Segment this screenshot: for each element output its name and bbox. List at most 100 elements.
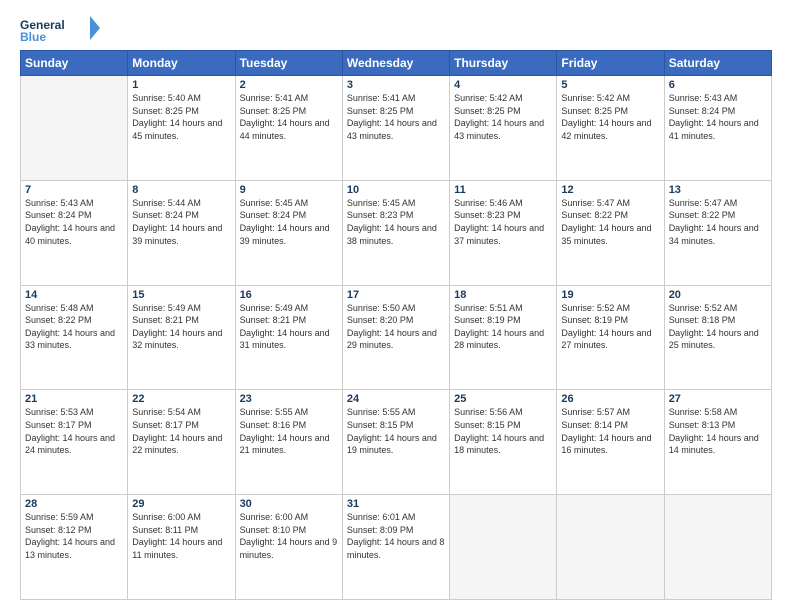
- cell-info: Sunrise: 5:51 AMSunset: 8:19 PMDaylight:…: [454, 302, 552, 352]
- day-number: 16: [240, 289, 338, 301]
- cell-info: Sunrise: 5:45 AMSunset: 8:23 PMDaylight:…: [347, 197, 445, 247]
- day-number: 18: [454, 289, 552, 301]
- calendar-cell: 23Sunrise: 5:55 AMSunset: 8:16 PMDayligh…: [235, 390, 342, 495]
- day-number: 3: [347, 79, 445, 91]
- day-number: 27: [669, 393, 767, 405]
- calendar-header-sunday: Sunday: [21, 51, 128, 76]
- calendar-cell: [664, 495, 771, 600]
- cell-info: Sunrise: 6:01 AMSunset: 8:09 PMDaylight:…: [347, 511, 445, 561]
- svg-text:Blue: Blue: [20, 30, 46, 42]
- cell-info: Sunrise: 5:50 AMSunset: 8:20 PMDaylight:…: [347, 302, 445, 352]
- day-number: 20: [669, 289, 767, 301]
- calendar-cell: 10Sunrise: 5:45 AMSunset: 8:23 PMDayligh…: [342, 180, 449, 285]
- day-number: 30: [240, 498, 338, 510]
- cell-info: Sunrise: 5:52 AMSunset: 8:18 PMDaylight:…: [669, 302, 767, 352]
- day-number: 25: [454, 393, 552, 405]
- logo-icon: General Blue: [20, 16, 104, 42]
- calendar-cell: 4Sunrise: 5:42 AMSunset: 8:25 PMDaylight…: [450, 76, 557, 181]
- cell-info: Sunrise: 5:56 AMSunset: 8:15 PMDaylight:…: [454, 406, 552, 456]
- cell-info: Sunrise: 5:52 AMSunset: 8:19 PMDaylight:…: [561, 302, 659, 352]
- calendar-week-3: 21Sunrise: 5:53 AMSunset: 8:17 PMDayligh…: [21, 390, 772, 495]
- cell-info: Sunrise: 5:41 AMSunset: 8:25 PMDaylight:…: [347, 92, 445, 142]
- calendar-cell: 7Sunrise: 5:43 AMSunset: 8:24 PMDaylight…: [21, 180, 128, 285]
- day-number: 7: [25, 184, 123, 196]
- calendar-header-monday: Monday: [128, 51, 235, 76]
- cell-info: Sunrise: 5:58 AMSunset: 8:13 PMDaylight:…: [669, 406, 767, 456]
- calendar-cell: 18Sunrise: 5:51 AMSunset: 8:19 PMDayligh…: [450, 285, 557, 390]
- calendar-week-4: 28Sunrise: 5:59 AMSunset: 8:12 PMDayligh…: [21, 495, 772, 600]
- day-number: 21: [25, 393, 123, 405]
- calendar-cell: 26Sunrise: 5:57 AMSunset: 8:14 PMDayligh…: [557, 390, 664, 495]
- day-number: 6: [669, 79, 767, 91]
- cell-info: Sunrise: 5:43 AMSunset: 8:24 PMDaylight:…: [669, 92, 767, 142]
- cell-info: Sunrise: 5:48 AMSunset: 8:22 PMDaylight:…: [25, 302, 123, 352]
- cell-info: Sunrise: 5:41 AMSunset: 8:25 PMDaylight:…: [240, 92, 338, 142]
- calendar-cell: 31Sunrise: 6:01 AMSunset: 8:09 PMDayligh…: [342, 495, 449, 600]
- calendar-page: General Blue SundayMondayTuesdayWednesda…: [0, 0, 792, 612]
- calendar-header-row: SundayMondayTuesdayWednesdayThursdayFrid…: [21, 51, 772, 76]
- day-number: 9: [240, 184, 338, 196]
- day-number: 5: [561, 79, 659, 91]
- day-number: 10: [347, 184, 445, 196]
- day-number: 4: [454, 79, 552, 91]
- cell-info: Sunrise: 5:54 AMSunset: 8:17 PMDaylight:…: [132, 406, 230, 456]
- day-number: 22: [132, 393, 230, 405]
- cell-info: Sunrise: 5:47 AMSunset: 8:22 PMDaylight:…: [669, 197, 767, 247]
- calendar-cell: 14Sunrise: 5:48 AMSunset: 8:22 PMDayligh…: [21, 285, 128, 390]
- day-number: 17: [347, 289, 445, 301]
- calendar-cell: 25Sunrise: 5:56 AMSunset: 8:15 PMDayligh…: [450, 390, 557, 495]
- day-number: 29: [132, 498, 230, 510]
- day-number: 28: [25, 498, 123, 510]
- cell-info: Sunrise: 5:40 AMSunset: 8:25 PMDaylight:…: [132, 92, 230, 142]
- header: General Blue: [20, 16, 772, 42]
- day-number: 14: [25, 289, 123, 301]
- day-number: 11: [454, 184, 552, 196]
- calendar-table: SundayMondayTuesdayWednesdayThursdayFrid…: [20, 50, 772, 600]
- calendar-cell: 15Sunrise: 5:49 AMSunset: 8:21 PMDayligh…: [128, 285, 235, 390]
- calendar-cell: 28Sunrise: 5:59 AMSunset: 8:12 PMDayligh…: [21, 495, 128, 600]
- cell-info: Sunrise: 5:44 AMSunset: 8:24 PMDaylight:…: [132, 197, 230, 247]
- cell-info: Sunrise: 5:43 AMSunset: 8:24 PMDaylight:…: [25, 197, 123, 247]
- calendar-cell: 6Sunrise: 5:43 AMSunset: 8:24 PMDaylight…: [664, 76, 771, 181]
- calendar-cell: 8Sunrise: 5:44 AMSunset: 8:24 PMDaylight…: [128, 180, 235, 285]
- cell-info: Sunrise: 5:46 AMSunset: 8:23 PMDaylight:…: [454, 197, 552, 247]
- cell-info: Sunrise: 5:57 AMSunset: 8:14 PMDaylight:…: [561, 406, 659, 456]
- day-number: 13: [669, 184, 767, 196]
- calendar-header-thursday: Thursday: [450, 51, 557, 76]
- calendar-header-wednesday: Wednesday: [342, 51, 449, 76]
- calendar-header-saturday: Saturday: [664, 51, 771, 76]
- calendar-week-0: 1Sunrise: 5:40 AMSunset: 8:25 PMDaylight…: [21, 76, 772, 181]
- day-number: 26: [561, 393, 659, 405]
- day-number: 2: [240, 79, 338, 91]
- calendar-cell: 17Sunrise: 5:50 AMSunset: 8:20 PMDayligh…: [342, 285, 449, 390]
- calendar-header-friday: Friday: [557, 51, 664, 76]
- cell-info: Sunrise: 5:42 AMSunset: 8:25 PMDaylight:…: [561, 92, 659, 142]
- calendar-body: 1Sunrise: 5:40 AMSunset: 8:25 PMDaylight…: [21, 76, 772, 600]
- day-number: 24: [347, 393, 445, 405]
- calendar-cell: 5Sunrise: 5:42 AMSunset: 8:25 PMDaylight…: [557, 76, 664, 181]
- cell-info: Sunrise: 6:00 AMSunset: 8:11 PMDaylight:…: [132, 511, 230, 561]
- cell-info: Sunrise: 5:45 AMSunset: 8:24 PMDaylight:…: [240, 197, 338, 247]
- calendar-header-tuesday: Tuesday: [235, 51, 342, 76]
- calendar-cell: 1Sunrise: 5:40 AMSunset: 8:25 PMDaylight…: [128, 76, 235, 181]
- calendar-week-1: 7Sunrise: 5:43 AMSunset: 8:24 PMDaylight…: [21, 180, 772, 285]
- calendar-cell: [557, 495, 664, 600]
- day-number: 12: [561, 184, 659, 196]
- calendar-cell: 22Sunrise: 5:54 AMSunset: 8:17 PMDayligh…: [128, 390, 235, 495]
- cell-info: Sunrise: 5:49 AMSunset: 8:21 PMDaylight:…: [132, 302, 230, 352]
- cell-info: Sunrise: 5:53 AMSunset: 8:17 PMDaylight:…: [25, 406, 123, 456]
- calendar-cell: 2Sunrise: 5:41 AMSunset: 8:25 PMDaylight…: [235, 76, 342, 181]
- calendar-cell: 9Sunrise: 5:45 AMSunset: 8:24 PMDaylight…: [235, 180, 342, 285]
- cell-info: Sunrise: 5:59 AMSunset: 8:12 PMDaylight:…: [25, 511, 123, 561]
- calendar-cell: 27Sunrise: 5:58 AMSunset: 8:13 PMDayligh…: [664, 390, 771, 495]
- calendar-cell: 13Sunrise: 5:47 AMSunset: 8:22 PMDayligh…: [664, 180, 771, 285]
- day-number: 15: [132, 289, 230, 301]
- calendar-cell: 24Sunrise: 5:55 AMSunset: 8:15 PMDayligh…: [342, 390, 449, 495]
- calendar-cell: 19Sunrise: 5:52 AMSunset: 8:19 PMDayligh…: [557, 285, 664, 390]
- calendar-cell: 20Sunrise: 5:52 AMSunset: 8:18 PMDayligh…: [664, 285, 771, 390]
- day-number: 8: [132, 184, 230, 196]
- calendar-cell: 29Sunrise: 6:00 AMSunset: 8:11 PMDayligh…: [128, 495, 235, 600]
- calendar-cell: [450, 495, 557, 600]
- cell-info: Sunrise: 5:47 AMSunset: 8:22 PMDaylight:…: [561, 197, 659, 247]
- calendar-week-2: 14Sunrise: 5:48 AMSunset: 8:22 PMDayligh…: [21, 285, 772, 390]
